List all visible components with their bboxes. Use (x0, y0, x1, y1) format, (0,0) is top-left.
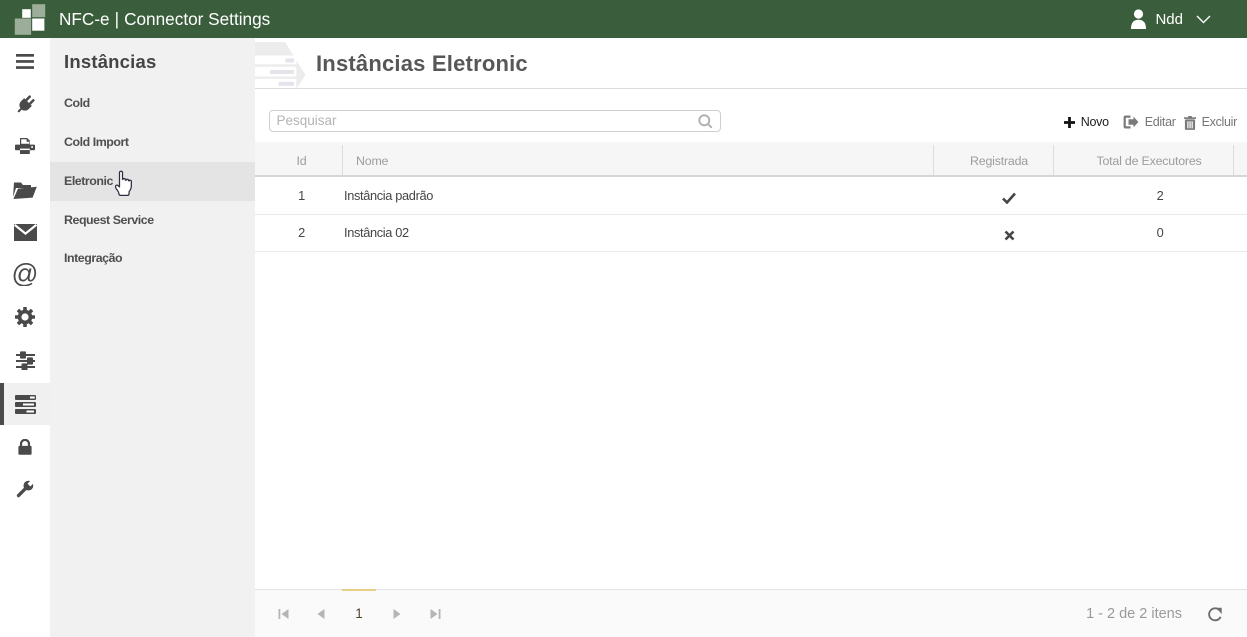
svg-text:@: @ (13, 262, 37, 286)
